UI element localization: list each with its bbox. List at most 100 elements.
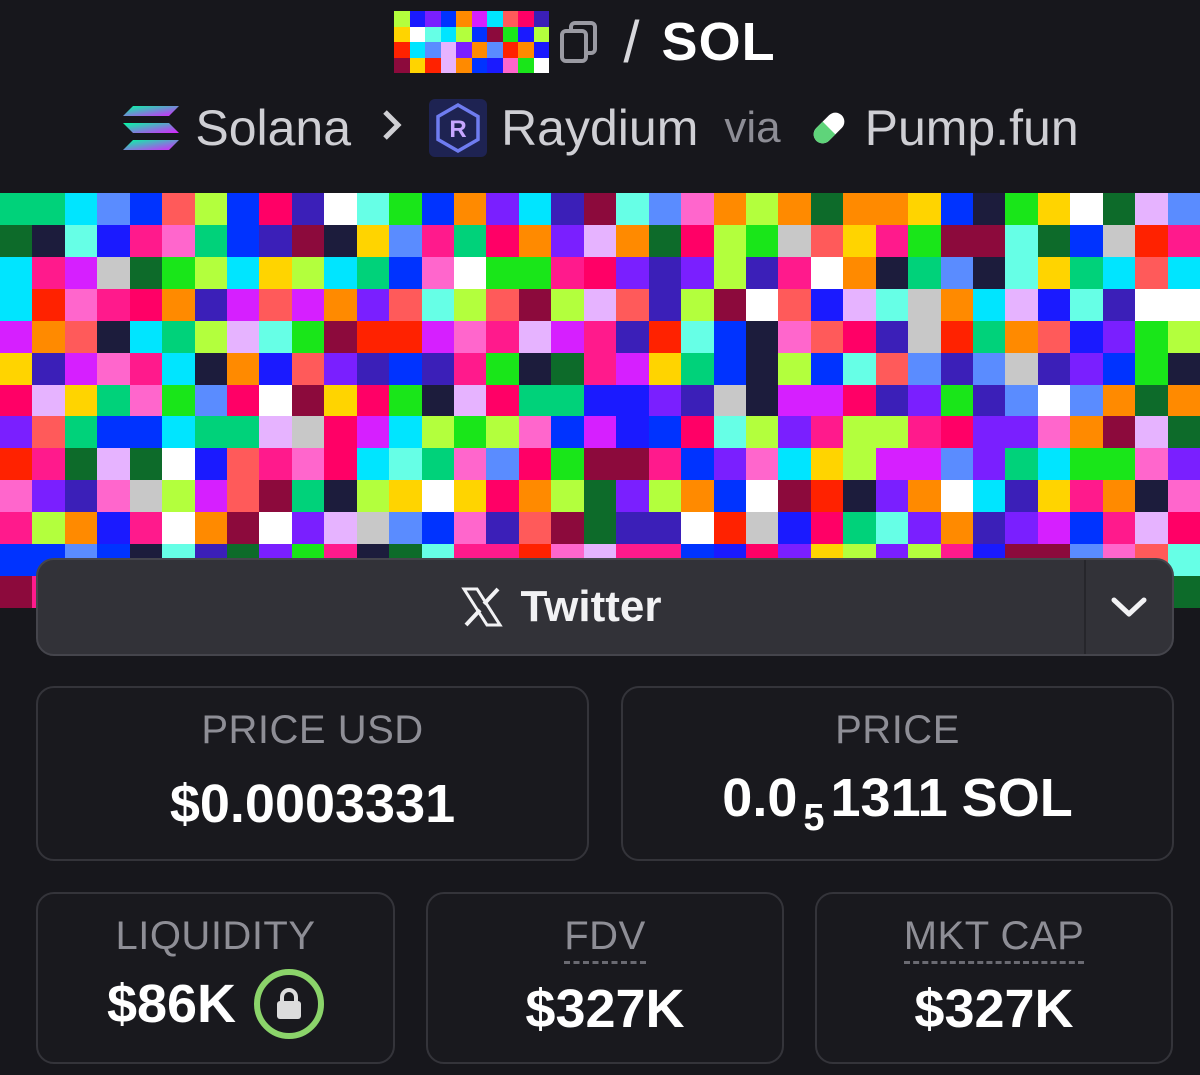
chain-link[interactable]: Solana <box>121 99 351 157</box>
banner-pixel <box>875 193 909 225</box>
banner-pixel <box>616 480 649 513</box>
banner-pixel <box>129 480 163 513</box>
banner-pixel <box>227 224 260 257</box>
price-label: PRICE <box>835 708 960 752</box>
banner-pixel <box>551 224 584 257</box>
banner-pixel <box>1070 193 1103 225</box>
liquidity-value-row: $86K <box>107 969 325 1039</box>
banner-pixel <box>681 448 714 481</box>
twitter-button[interactable]: Twitter <box>38 560 1084 654</box>
banner-pixel <box>713 384 746 417</box>
banner-pixel <box>908 480 941 513</box>
banner-pixel <box>583 320 617 353</box>
banner-pixel <box>486 193 519 225</box>
banner-pixel <box>356 224 390 257</box>
market-cap-value: $327K <box>914 979 1074 1039</box>
banner-pixel <box>745 288 779 321</box>
banner-pixel <box>1135 352 1168 385</box>
market-cap-label[interactable]: MKT CAP <box>903 914 1085 964</box>
banner-pixel <box>324 256 357 289</box>
banner-pixel <box>291 416 325 449</box>
banner-pixel <box>97 480 130 513</box>
banner-pixel <box>389 288 422 321</box>
banner-pixel <box>129 512 163 545</box>
banner-pixel <box>1070 416 1103 449</box>
socials-dropdown-button[interactable] <box>1084 560 1172 654</box>
banner-pixel <box>97 352 130 385</box>
token-avatar-pixel <box>518 26 534 42</box>
banner-pixel <box>1167 320 1200 353</box>
banner-pixel <box>1037 416 1071 449</box>
banner-pixel <box>810 320 844 353</box>
banner-pixel <box>1135 224 1168 257</box>
banner-pixel <box>1167 512 1200 545</box>
banner-pixel <box>648 384 682 417</box>
token-avatar-pixel <box>487 11 503 27</box>
token-avatar-pixel <box>487 57 503 73</box>
banner-pixel <box>194 224 228 257</box>
banner-pixel <box>486 480 519 513</box>
banner-pixel <box>454 320 487 353</box>
banner-pixel <box>356 448 390 481</box>
token-avatar-pixel <box>456 57 472 73</box>
banner-pixel <box>259 320 292 353</box>
banner-pixel <box>518 352 552 385</box>
banner-pixel <box>810 352 844 385</box>
banner-pixel <box>227 480 260 513</box>
banner-pixel <box>194 480 228 513</box>
banner-pixel <box>745 352 779 385</box>
banner-pixel <box>1070 480 1103 513</box>
banner-pixel <box>745 416 779 449</box>
banner-pixel <box>778 384 811 417</box>
fdv-label[interactable]: FDV <box>564 914 646 964</box>
banner-pixel <box>194 352 228 385</box>
banner-pixel <box>194 288 228 321</box>
price-prefix: 0.0 <box>722 768 798 828</box>
banner-pixel <box>0 416 33 449</box>
token-avatar-pixel <box>425 42 441 58</box>
banner-pixel <box>681 384 714 417</box>
banner-pixel <box>129 256 163 289</box>
banner-pixel <box>421 352 455 385</box>
banner-pixel <box>162 224 195 257</box>
banner-pixel <box>389 448 422 481</box>
banner-pixel <box>162 384 195 417</box>
banner-pixel <box>745 224 779 257</box>
token-avatar-pixel <box>471 11 488 27</box>
banner-pixel <box>583 224 617 257</box>
twitter-label: Twitter <box>520 582 662 631</box>
launchpad-link[interactable]: Pump.fun <box>807 99 1079 157</box>
banner-pixel <box>64 193 98 225</box>
banner-pixel <box>162 448 195 481</box>
banner-pixel <box>227 193 260 225</box>
banner-pixel <box>778 352 811 385</box>
banner-pixel <box>1102 224 1136 257</box>
liquidity-lock-badge[interactable] <box>254 969 325 1039</box>
banner-pixel <box>518 256 552 289</box>
banner-pixel <box>1005 320 1038 353</box>
banner-pixel <box>324 416 357 449</box>
banner-pixel <box>1005 288 1038 321</box>
banner-pixel <box>32 320 65 353</box>
banner-pixel <box>64 288 98 321</box>
banner-pixel <box>1135 480 1168 513</box>
token-avatar-pixel <box>518 11 534 27</box>
banner-pixel <box>194 512 228 545</box>
banner-pixel <box>1037 288 1071 321</box>
banner-pixel <box>875 512 909 545</box>
banner-pixel <box>583 193 617 225</box>
banner-pixel <box>583 288 617 321</box>
banner-pixel <box>1005 224 1038 257</box>
banner-pixel <box>940 224 973 257</box>
dex-link[interactable]: R Raydium <box>429 99 698 157</box>
banner-pixel <box>32 448 65 481</box>
banner-pixel <box>1102 448 1136 481</box>
copy-icon[interactable] <box>557 18 601 66</box>
liquidity-label: LIQUIDITY <box>115 914 316 958</box>
banner-pixel <box>940 480 973 513</box>
banner-pixel <box>1102 288 1136 321</box>
banner-pixel <box>681 320 714 353</box>
banner-pixel <box>583 256 617 289</box>
banner-pixel <box>1167 224 1200 257</box>
banner-pixel <box>940 512 973 545</box>
